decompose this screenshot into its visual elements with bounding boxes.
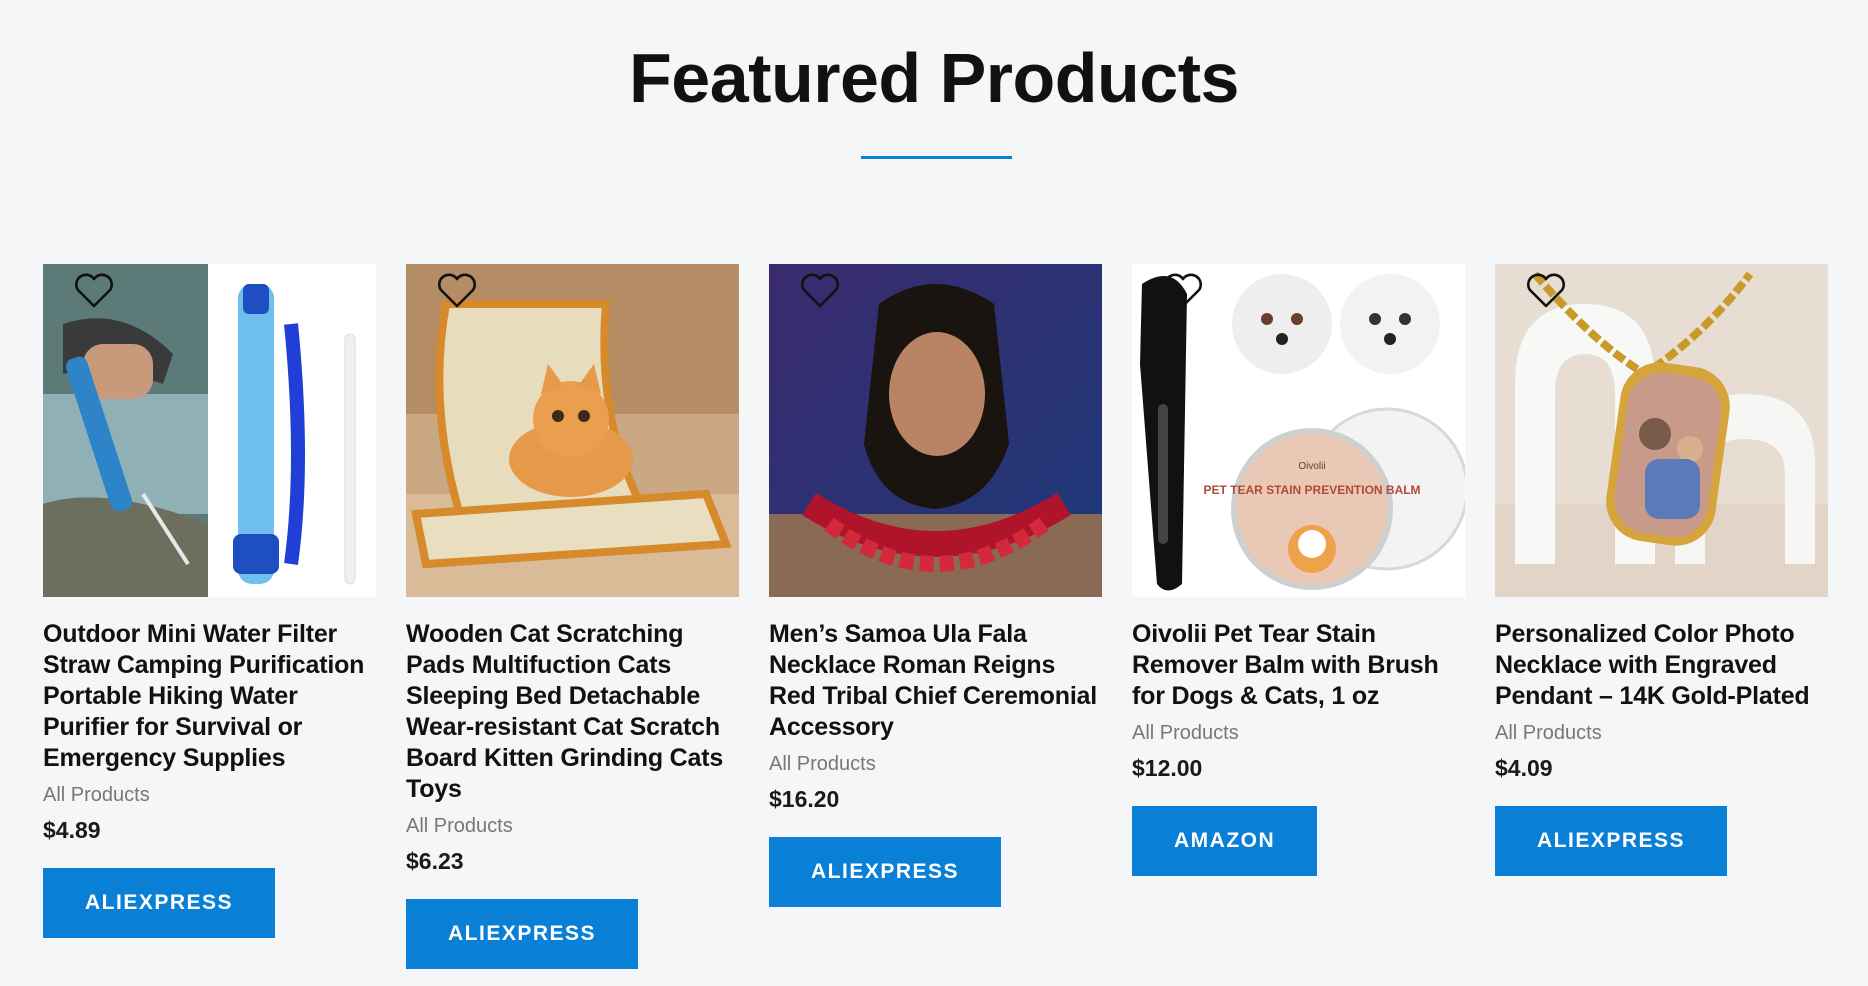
- product-price: $4.89: [43, 817, 101, 843]
- product-title[interactable]: Men’s Samoa Ula Fala Necklace Roman Reig…: [769, 619, 1102, 743]
- amazon-button[interactable]: AMAZON: [1132, 806, 1318, 876]
- wishlist-heart-icon[interactable]: [799, 272, 841, 310]
- product-price: $16.20: [769, 786, 840, 812]
- product-card: Men’s Samoa Ula Fala Necklace Roman Reig…: [769, 264, 1102, 969]
- wishlist-heart-icon[interactable]: [436, 272, 478, 310]
- product-image-water-filter[interactable]: [43, 264, 376, 597]
- product-image-tear-stain-balm[interactable]: Oivolii PET TEAR STAIN PREVENTION BALM: [1132, 264, 1465, 597]
- product-title[interactable]: Personalized Color Photo Necklace with E…: [1495, 619, 1828, 712]
- tear-stain-balm-photo: Oivolii PET TEAR STAIN PREVENTION BALM: [1132, 264, 1465, 597]
- product-card: Oivolii PET TEAR STAIN PREVENTION BALM O…: [1132, 264, 1465, 969]
- product-price: $12.00: [1132, 755, 1203, 781]
- product-grid: Outdoor Mini Water Filter Straw Camping …: [43, 264, 1828, 969]
- wishlist-heart-icon[interactable]: [1162, 272, 1204, 310]
- product-image-samoa-necklace[interactable]: [769, 264, 1102, 597]
- wishlist-heart-icon[interactable]: [73, 272, 115, 310]
- section-title: Featured Products: [629, 39, 1239, 117]
- product-category[interactable]: All Products: [406, 815, 739, 838]
- product-price: $6.23: [406, 848, 464, 874]
- product-card: Wooden Cat Scratching Pads Multifuction …: [406, 264, 739, 969]
- product-category[interactable]: All Products: [43, 784, 376, 807]
- wrestler-necklace-photo: [769, 264, 1102, 597]
- cat-scratcher-photo: [406, 264, 739, 597]
- product-category[interactable]: All Products: [769, 753, 1102, 776]
- product-title[interactable]: Wooden Cat Scratching Pads Multifuction …: [406, 619, 739, 805]
- product-category[interactable]: All Products: [1132, 722, 1465, 745]
- title-underline: [861, 156, 1012, 159]
- product-title[interactable]: Outdoor Mini Water Filter Straw Camping …: [43, 619, 376, 774]
- product-title[interactable]: Oivolii Pet Tear Stain Remover Balm with…: [1132, 619, 1465, 712]
- aliexpress-button[interactable]: ALIEXPRESS: [769, 837, 1002, 907]
- balm-label: PET TEAR STAIN PREVENTION BALM: [1203, 483, 1420, 497]
- product-image-photo-necklace[interactable]: [1495, 264, 1828, 597]
- product-card: Personalized Color Photo Necklace with E…: [1495, 264, 1828, 969]
- product-category[interactable]: All Products: [1495, 722, 1828, 745]
- balm-brand: Oivolii: [1298, 461, 1325, 472]
- photo-necklace-photo: [1495, 264, 1828, 597]
- aliexpress-button[interactable]: ALIEXPRESS: [1495, 806, 1728, 876]
- aliexpress-button[interactable]: ALIEXPRESS: [43, 868, 276, 938]
- product-card: Outdoor Mini Water Filter Straw Camping …: [43, 264, 376, 969]
- water-filter-photo: [43, 264, 376, 597]
- product-image-cat-scratcher[interactable]: [406, 264, 739, 597]
- product-price: $4.09: [1495, 755, 1553, 781]
- aliexpress-button[interactable]: ALIEXPRESS: [406, 899, 639, 969]
- wishlist-heart-icon[interactable]: [1525, 272, 1567, 310]
